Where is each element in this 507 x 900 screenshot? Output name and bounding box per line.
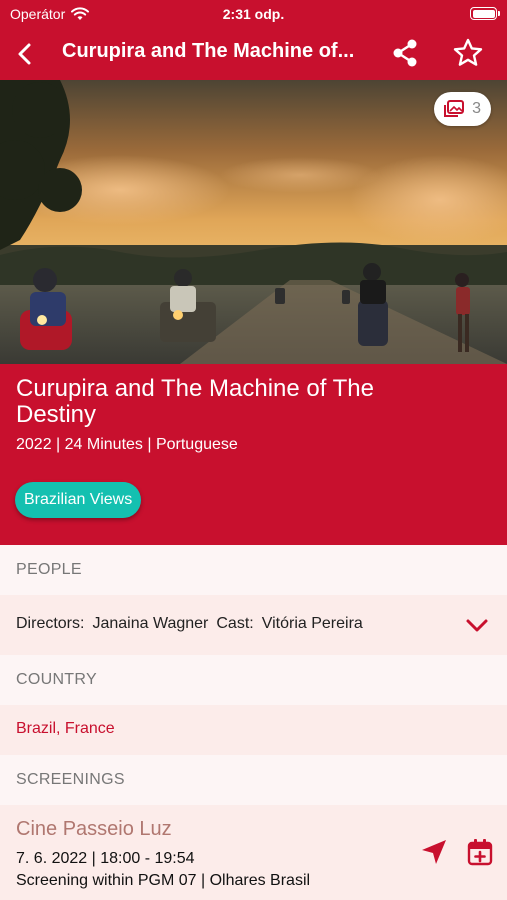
status-time: 2:31 odp.	[222, 6, 285, 22]
gallery-badge[interactable]: 3	[434, 92, 491, 126]
country-value: Brazil, France	[16, 720, 115, 737]
screening-datetime: 7. 6. 2022 | 18:00 - 19:54	[16, 850, 195, 867]
status-bar: Operátor 2:31 odp.	[0, 0, 507, 28]
film-still[interactable]: 3	[0, 80, 507, 364]
people-text: Directors: Janaina Wagner Cast: Vitória Per…	[16, 615, 363, 633]
battery-icon	[470, 7, 500, 20]
cast-value: Vitória Pereira	[261, 615, 363, 632]
country-row: Brazil, France	[0, 705, 507, 755]
film-meta: 2022 | 24 Minutes | Portuguese	[16, 436, 238, 453]
favorite-star-icon[interactable]	[452, 37, 484, 69]
share-icon[interactable]	[390, 38, 420, 68]
film-still-image	[0, 80, 507, 364]
navigation-icon[interactable]	[420, 838, 448, 866]
film-info: Curupira and The Machine of The Destiny …	[0, 364, 507, 545]
page-title: Curupira and The Machine of...	[62, 40, 355, 62]
back-arrow-icon[interactable]	[12, 40, 40, 68]
screening-venue[interactable]: Cine Passeio Luz	[16, 818, 172, 841]
screening-program: Screening within PGM 07 | Olhares Brasil	[16, 872, 311, 889]
directors-label: Directors:	[16, 615, 85, 632]
chevron-down-icon[interactable]	[463, 611, 491, 639]
screenings-section-header: SCREENINGS	[0, 755, 507, 805]
section-chip[interactable]: Brazilian Views	[15, 482, 142, 518]
nav-bar: Curupira and The Machine of...	[0, 28, 507, 80]
add-to-calendar-icon[interactable]	[466, 838, 494, 866]
country-section-header: COUNTRY	[0, 655, 507, 705]
people-section-header: PEOPLE	[0, 545, 507, 595]
gallery-count: 3	[472, 100, 481, 117]
people-row[interactable]: Directors: Janaina Wagner Cast: Vitória Per…	[0, 595, 507, 655]
gallery-icon	[444, 100, 465, 117]
screening-item[interactable]: Cine Passeio Luz 7. 6. 2022 | 18:00 - 19…	[0, 805, 507, 900]
directors-value: Janaina Wagner	[92, 615, 209, 632]
cast-label: Cast:	[216, 615, 254, 632]
film-title: Curupira and The Machine of The Destiny	[16, 375, 374, 428]
header: Operátor 2:31 odp. Curupira and The Mach…	[0, 0, 507, 80]
